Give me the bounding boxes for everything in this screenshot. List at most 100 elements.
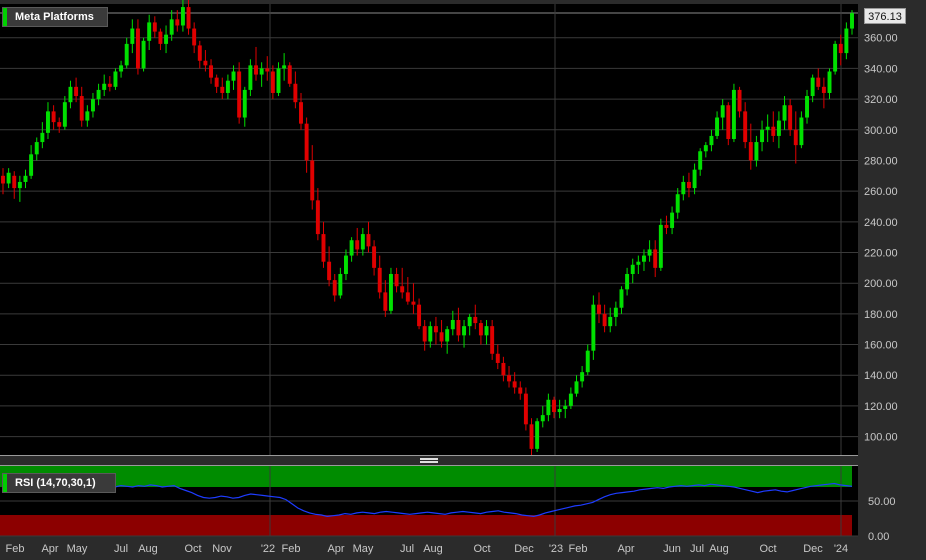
candle-body <box>439 332 444 342</box>
candle-body <box>630 264 635 274</box>
candle-body <box>838 43 843 54</box>
price-legend-swatch <box>3 8 7 26</box>
x-tick-label: Dec <box>803 543 823 555</box>
candle-body <box>793 129 798 146</box>
candle-body <box>512 381 517 388</box>
candle-body <box>557 408 562 413</box>
rsi-oversold-zone <box>0 515 852 536</box>
candle-body <box>535 421 540 449</box>
price-legend[interactable]: Meta Platforms <box>2 7 108 27</box>
candle-body <box>180 7 185 26</box>
candle-body <box>653 249 658 268</box>
candle-body <box>90 99 95 112</box>
candle-body <box>422 326 427 342</box>
x-tick-label: Jul <box>114 543 128 555</box>
candle-body <box>394 273 399 287</box>
candle-body <box>720 105 725 118</box>
candle-body <box>743 111 748 143</box>
candle-body <box>563 405 568 409</box>
candle-body <box>456 320 461 336</box>
candle-body <box>844 28 849 54</box>
last-price-marker: 376.13 <box>864 8 906 24</box>
candle-body <box>754 142 759 161</box>
candle-body <box>445 329 450 342</box>
candle-body <box>282 65 287 69</box>
x-tick-label: Jun <box>663 543 681 555</box>
chart-canvas: 100.00 120.00 140.00 160.00 180.00 200.00 220.… <box>0 0 898 555</box>
candle-body <box>726 105 731 139</box>
candle-body <box>169 19 174 35</box>
candle-body <box>827 71 832 93</box>
candle-body <box>209 65 214 78</box>
splitter-grip-icon[interactable] <box>420 458 438 463</box>
candle-body <box>428 326 433 342</box>
candle-body <box>782 105 787 121</box>
candle-body <box>12 175 17 189</box>
candle-body <box>523 393 528 425</box>
x-tick-label: Apr <box>41 543 58 555</box>
panel-splitter[interactable] <box>0 455 858 466</box>
candle-body <box>259 68 264 75</box>
x-tick-label: Oct <box>184 543 201 555</box>
rsi-tick-label: 0.00 <box>868 531 889 543</box>
candle-body <box>214 77 219 87</box>
candle-body <box>490 326 495 354</box>
price-tick-label: 220.00 <box>864 248 898 260</box>
candle-body <box>760 129 765 143</box>
rsi-legend[interactable]: RSI (14,70,30,1) <box>2 473 116 493</box>
candle-body <box>192 28 197 46</box>
candle-body <box>411 301 416 305</box>
candle-body <box>400 286 405 293</box>
x-tick-label: Oct <box>759 543 776 555</box>
candle-body <box>602 313 607 327</box>
price-tick-label: 240.00 <box>864 217 898 229</box>
candle-body <box>670 212 675 228</box>
candle-body <box>231 71 236 81</box>
candle-body <box>625 273 630 290</box>
candle-body <box>79 96 84 121</box>
candle-body <box>220 86 225 93</box>
candle-body <box>675 194 680 213</box>
candle-body <box>293 83 298 103</box>
x-tick-label: Nov <box>212 543 232 555</box>
x-tick-label: Jul <box>400 543 414 555</box>
candle-body <box>597 304 601 314</box>
candle-body <box>372 246 377 268</box>
candle-body <box>141 40 146 69</box>
candle-body <box>776 120 781 136</box>
x-tick-label: Jul <box>690 543 704 555</box>
x-tick-label: May <box>353 543 374 555</box>
candle-body <box>664 224 669 228</box>
candle-body <box>552 399 556 413</box>
candle-body <box>327 261 332 281</box>
candle-body <box>315 200 320 235</box>
candle-body <box>1 175 5 184</box>
candle-body <box>540 415 545 422</box>
candle-body <box>810 77 815 97</box>
price-panel-background <box>0 4 858 455</box>
candle-body <box>473 316 478 324</box>
candle-body <box>338 273 343 296</box>
candle-body <box>799 117 804 146</box>
candle-body <box>462 326 467 336</box>
price-tick-label: 300.00 <box>864 125 898 137</box>
candle-body <box>147 22 152 41</box>
candle-body <box>46 111 50 133</box>
candle-body <box>135 28 140 69</box>
x-tick-label: '22 <box>261 543 275 555</box>
candle-body <box>254 65 258 75</box>
rsi-legend-label: RSI (14,70,30,1) <box>15 477 96 489</box>
candle-body <box>608 316 613 327</box>
candle-body <box>102 83 107 90</box>
candle-body <box>405 292 410 302</box>
candle-body <box>715 117 720 136</box>
candle-body <box>641 255 646 262</box>
candle-body <box>321 234 326 262</box>
candle-body <box>242 89 247 118</box>
price-y-axis: 100.00 120.00 140.00 160.00 180.00 200.00 220.… <box>864 33 898 444</box>
candle-body <box>287 65 292 84</box>
candle-body <box>203 60 208 66</box>
x-tick-label: Feb <box>282 543 301 555</box>
candle-body <box>850 13 854 29</box>
chart-window: 100.00 120.00 140.00 160.00 180.00 200.00 220.… <box>0 0 926 560</box>
